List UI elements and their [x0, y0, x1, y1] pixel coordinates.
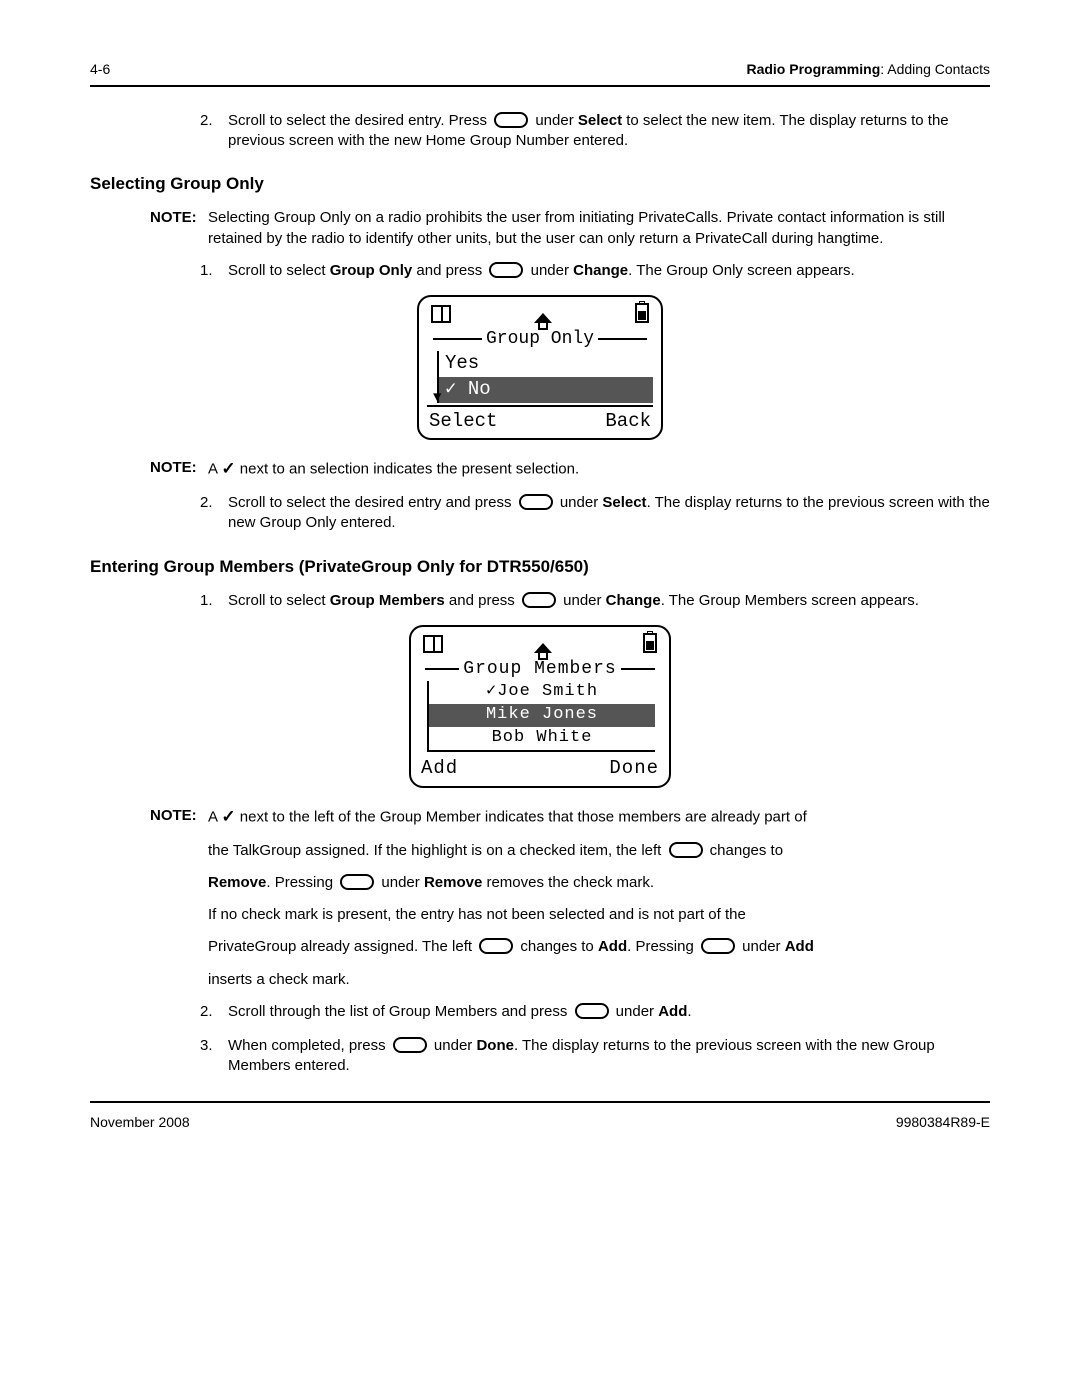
list-item: 2. Scroll through the list of Group Memb…: [200, 1002, 692, 1022]
section-heading: Entering Group Members (PrivateGroup Onl…: [90, 556, 990, 579]
home-icon: [534, 313, 552, 323]
softkey-row: Add Done: [419, 754, 661, 782]
header-section: Radio Programming: Adding Contacts: [746, 60, 990, 79]
softkey-icon: [494, 112, 528, 128]
status-bar: [419, 633, 661, 657]
status-bar: [427, 303, 653, 327]
page-number: 4-6: [90, 60, 110, 79]
note-continuation: the TalkGroup assigned. If the highlight…: [208, 841, 990, 861]
softkey-icon: [522, 592, 556, 608]
member-item-selected: Mike Jones: [429, 704, 655, 727]
softkey-icon: [340, 874, 374, 890]
softkey-row: Select Back: [427, 407, 653, 435]
member-item: ✓Joe Smith: [429, 681, 655, 704]
footer-date: November 2008: [90, 1113, 190, 1132]
page-header: 4-6 Radio Programming: Adding Contacts: [90, 60, 990, 79]
header-rule: [90, 85, 990, 87]
battery-icon: [635, 303, 649, 323]
note-continuation: PrivateGroup already assigned. The left …: [208, 937, 990, 957]
softkey-icon: [479, 938, 513, 954]
note: NOTE: A ✓ next to an selection indicates…: [150, 458, 579, 481]
list-item: 2. Scroll to select the desired entry. P…: [200, 111, 990, 152]
scroll-down-icon: ▼: [433, 391, 441, 405]
home-icon: [534, 643, 552, 653]
softkey-left: Add: [421, 756, 458, 782]
option-no: ✓ No: [439, 377, 653, 403]
softkey-icon: [669, 842, 703, 858]
section-heading: Selecting Group Only: [90, 173, 990, 196]
softkey-icon: [701, 938, 735, 954]
softkey-right: Back: [605, 409, 651, 435]
note-continuation: inserts a check mark.: [208, 970, 990, 990]
page-footer: November 2008 9980384R89-E: [90, 1113, 990, 1132]
option-yes: Yes: [439, 351, 653, 377]
softkey-left: Select: [429, 409, 497, 435]
softkey-icon: [519, 494, 553, 510]
softkey-icon: [575, 1003, 609, 1019]
note: NOTE: Selecting Group Only on a radio pr…: [150, 208, 990, 249]
radio-screen-group-only: Group Only Yes ✓ No ▼ Select Back: [417, 295, 663, 440]
radio-screen-group-members: Group Members ✓Joe Smith Mike Jones Bob …: [409, 625, 671, 788]
footer-rule: [90, 1101, 990, 1103]
screen-title: Group Members: [463, 657, 616, 681]
book-icon: [423, 635, 443, 653]
softkey-icon: [393, 1037, 427, 1053]
list-item: 2. Scroll to select the desired entry an…: [200, 493, 990, 534]
battery-icon: [643, 633, 657, 653]
note: NOTE: A ✓ next to the left of the Group …: [150, 806, 807, 829]
note-continuation: Remove. Pressing under Remove removes th…: [208, 873, 990, 893]
check-icon: ✓: [221, 807, 235, 826]
note-continuation: If no check mark is present, the entry h…: [208, 905, 990, 925]
softkey-icon: [489, 262, 523, 278]
check-icon: ✓: [221, 459, 235, 478]
list-item: 3. When completed, press under Done. The…: [200, 1036, 990, 1077]
list-item: 1. Scroll to select Group Members and pr…: [200, 591, 919, 611]
screen-title-row: Group Only: [429, 327, 651, 351]
list-item: 1. Scroll to select Group Only and press…: [200, 261, 855, 281]
book-icon: [431, 305, 451, 323]
member-item: Bob White: [429, 727, 655, 750]
footer-docnum: 9980384R89-E: [896, 1113, 990, 1132]
screen-title: Group Only: [486, 327, 594, 351]
screen-title-row: Group Members: [421, 657, 659, 681]
softkey-right: Done: [609, 756, 659, 782]
